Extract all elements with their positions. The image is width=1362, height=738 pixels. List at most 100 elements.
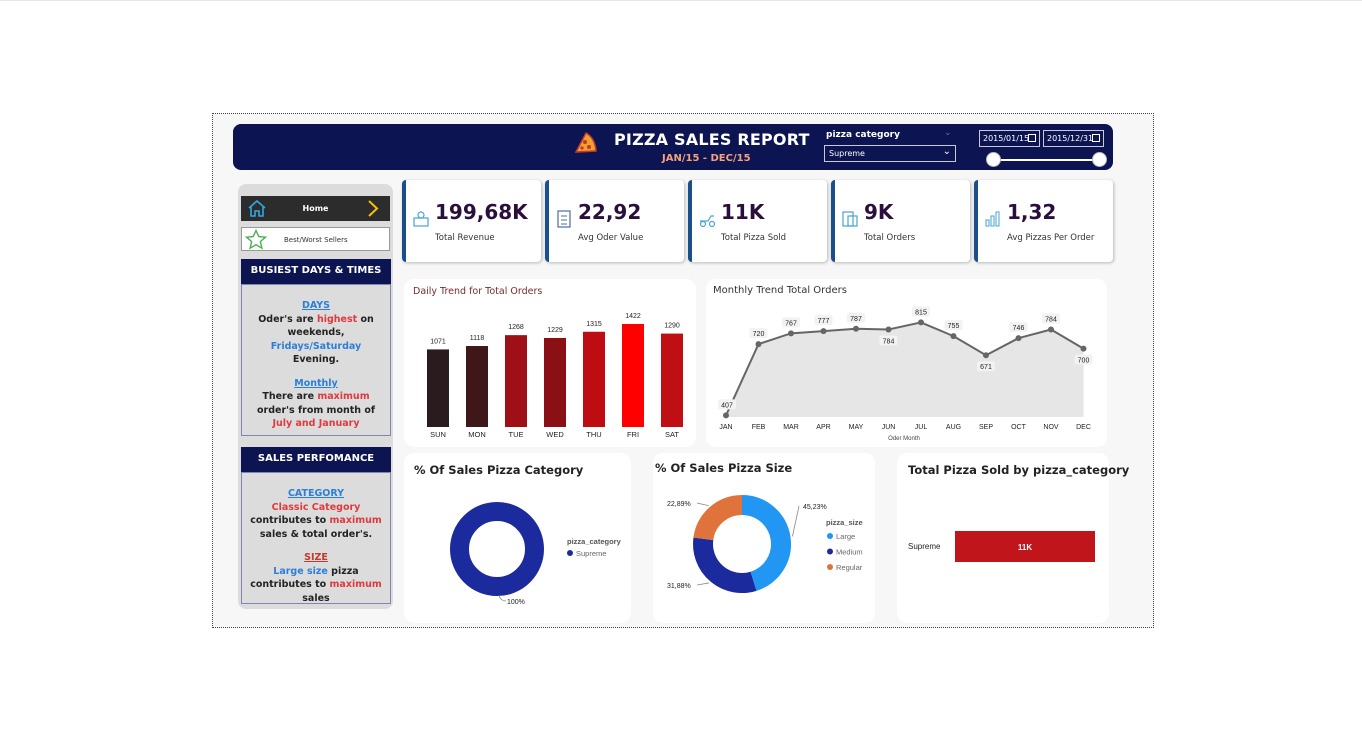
monthly-point-value: 755 — [948, 323, 960, 330]
size-legend-swatch — [827, 564, 833, 570]
monthly-point-value: 784 — [883, 338, 895, 345]
kpi-value: 22,92 — [578, 200, 642, 224]
chevron-down-icon: ⌄ — [942, 146, 951, 157]
size-slice-large — [741, 495, 791, 591]
end-date-input[interactable]: 2015/12/31 — [1043, 130, 1104, 147]
monthly-point — [820, 328, 827, 335]
monthly-point-value: 720 — [753, 331, 765, 338]
daily-bar-value: 1071 — [430, 338, 446, 345]
chevron-down-icon[interactable]: ⌄ — [944, 128, 952, 138]
size-legend-swatch — [827, 533, 833, 539]
kpi-caption: Avg Oder Value — [578, 233, 644, 243]
busiest-days-panel: DAYS Oder's are highest on weekends, Fri… — [241, 284, 391, 436]
size-slice-regular — [693, 495, 743, 541]
size-slice-medium — [693, 537, 757, 593]
kpi-value: 1,32 — [1007, 200, 1057, 224]
monthly-tick-label: APR — [816, 424, 830, 431]
days-insight: DAYS Oder's are highest on weekends, Fri… — [242, 299, 390, 367]
daily-bar — [622, 324, 644, 427]
daily-bar-value: 1118 — [470, 335, 485, 342]
revenue-icon — [413, 211, 429, 227]
daily-bar — [466, 346, 488, 427]
nav-best-worst-button[interactable]: Best/Worst Sellers — [241, 227, 390, 251]
size-legend-swatch — [827, 548, 833, 555]
sales-by-category-chart: 100% pizza_category Supreme — [450, 502, 622, 606]
sold-category-label: Supreme — [908, 542, 941, 551]
calendar-icon[interactable] — [1028, 134, 1036, 142]
monthly-point-value: 407 — [721, 402, 733, 409]
monthly-x-axis-label: Oder Month — [888, 436, 920, 442]
calendar-icon[interactable] — [1092, 134, 1100, 142]
monthly-point — [983, 352, 989, 359]
category-legend-title: pizza_category — [567, 537, 622, 546]
kpi-caption: Total Orders — [864, 233, 916, 243]
chevron-right-icon[interactable] — [367, 199, 379, 218]
size-slice-label: 31,88% — [667, 583, 691, 590]
days-highlight: highest — [316, 313, 358, 325]
size-slice-leader — [792, 505, 800, 537]
category-text: contributes to — [250, 515, 330, 526]
monthly-point-value: 671 — [980, 364, 992, 371]
category-slicer-label: pizza category — [826, 130, 900, 140]
kpi-card-avg-pizzas-per-order: 1,32 Avg Pizzas Per Order — [974, 180, 1113, 262]
size-legend-item: Large — [836, 532, 855, 541]
nav-home-button[interactable]: Home — [241, 196, 390, 221]
category-slice-label: 100% — [507, 599, 525, 606]
pizza-delivery-icon — [699, 215, 716, 228]
daily-bar-value: 1422 — [625, 313, 641, 320]
bar-chart-icon — [985, 211, 1000, 227]
kpi-value: 9K — [864, 200, 894, 224]
category-slicer-dropdown[interactable]: Supreme ⌄ — [824, 145, 956, 162]
monthly-point — [1048, 326, 1054, 333]
kpi-card-avg-order-value: 22,92 Avg Oder Value — [545, 180, 684, 262]
monthly-point-value: 777 — [818, 318, 830, 325]
days-title: DAYS — [301, 300, 331, 311]
monthly-tick-label: JUL — [915, 424, 928, 431]
monthly-point — [1080, 345, 1087, 352]
monthly-text: There are — [262, 391, 318, 402]
monthly-trend-chart: 407 JAN 720 FEB 767 MAR 777 APR 787 MAY 784 JUN 815 J… — [718, 306, 1093, 442]
category-slice-leader — [498, 595, 507, 602]
monthly-tick-label: NOV — [1043, 424, 1059, 431]
monthly-point-value: 815 — [915, 309, 927, 316]
report-title: PIZZA SALES REPORT — [614, 130, 810, 149]
monthly-tick-label: OCT — [1011, 424, 1027, 431]
nav-best-worst-label: Best/Worst Sellers — [284, 236, 348, 244]
busiest-days-heading: BUSIEST DAYS & TIMES — [241, 259, 391, 284]
slider-start-handle[interactable] — [986, 152, 1001, 167]
category-insight: CATEGORY Classic Category contributes to… — [242, 487, 390, 541]
monthly-tick-label: AUG — [946, 424, 961, 431]
monthly-point — [853, 325, 859, 332]
daily-tick-label: SAT — [665, 430, 679, 439]
monthly-highlight: maximum — [317, 391, 370, 402]
report-period: JAN/15 - DEC/15 — [662, 153, 751, 164]
monthly-point — [918, 319, 924, 326]
date-range-slider[interactable] — [993, 159, 1099, 161]
monthly-tick-label: FEB — [752, 424, 766, 431]
kpi-card-total-revenue: 199,68K Total Revenue — [402, 180, 541, 262]
category-title: CATEGORY — [287, 488, 345, 499]
daily-tick-label: THU — [586, 430, 601, 439]
size-title: SIZE — [304, 552, 328, 563]
category-legend-swatch — [567, 550, 573, 556]
size-legend-item: Medium — [836, 548, 863, 557]
slider-end-handle[interactable] — [1092, 152, 1107, 167]
monthly-point-value: 746 — [1013, 325, 1025, 332]
category-highlight: maximum — [329, 515, 382, 526]
monthly-point — [788, 330, 794, 337]
size-legend-item: Regular — [836, 563, 863, 572]
days-highlight: Fridays/Saturday — [270, 340, 362, 352]
monthly-tick-label: DEC — [1076, 424, 1091, 431]
pizza-slice-icon — [574, 131, 597, 153]
category-slice-supreme — [450, 502, 544, 596]
days-text: Evening. — [292, 354, 340, 365]
daily-tick-label: SUN — [430, 430, 446, 439]
monthly-point — [1015, 335, 1022, 342]
start-date-input[interactable]: 2015/01/15 — [979, 130, 1040, 147]
monthly-text: order's from month of — [256, 404, 376, 416]
kpi-card-total-pizza-sold: 11K Total Pizza Sold — [688, 180, 827, 262]
daily-bar — [544, 337, 566, 427]
size-slice-leader — [696, 502, 709, 507]
monthly-point-value: 700 — [1078, 358, 1090, 365]
daily-bar — [427, 349, 449, 427]
